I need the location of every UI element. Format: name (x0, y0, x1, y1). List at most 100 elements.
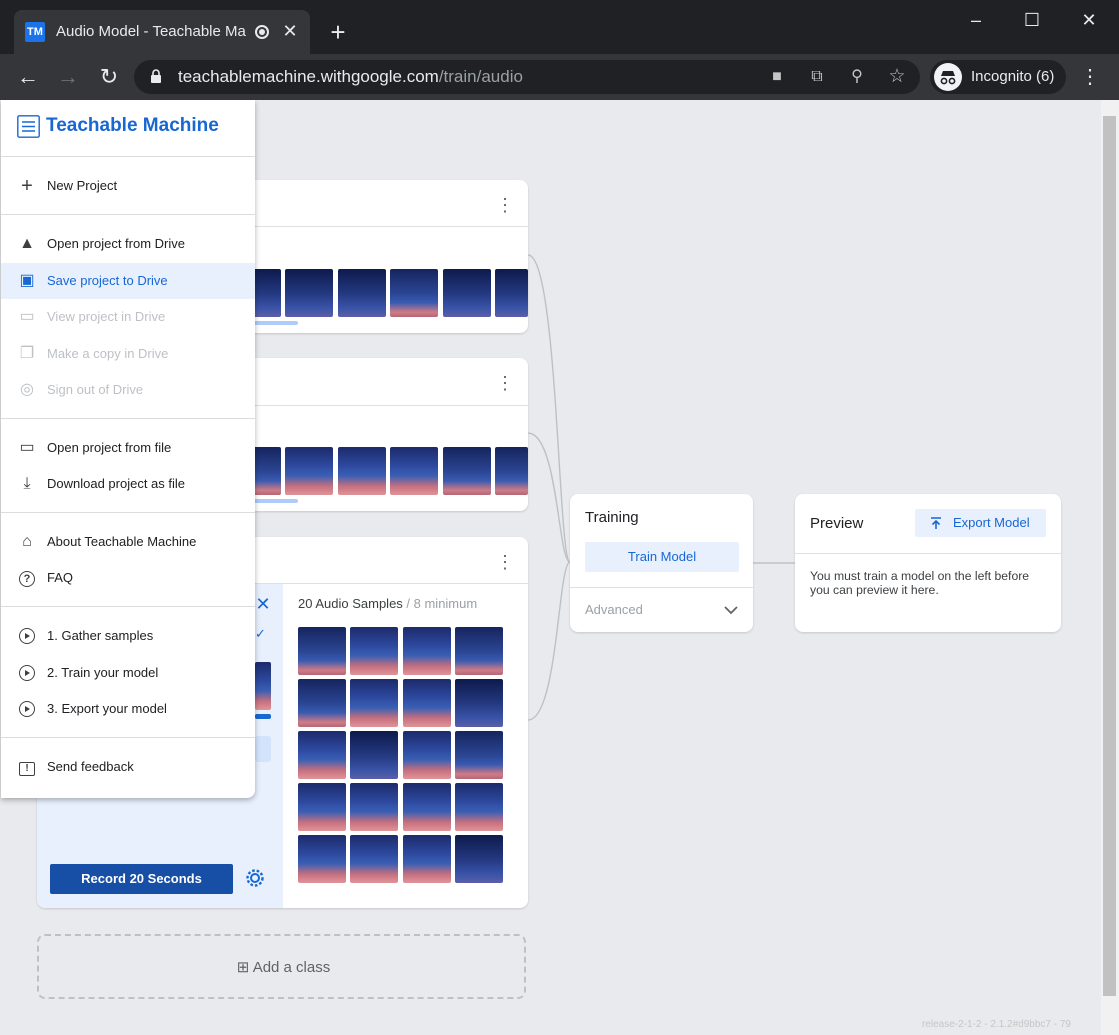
export-model-button[interactable]: Export Model (915, 509, 1046, 537)
preview-card: Preview Export Model You must train a mo… (795, 494, 1061, 632)
audio-sample-thumb[interactable] (495, 447, 528, 495)
menu-item-copy-drive[interactable]: ❐ Make a copy in Drive (1, 336, 255, 372)
audio-sample-thumb[interactable] (298, 627, 346, 675)
menu-item-label: FAQ (47, 570, 74, 585)
page-scrollbar[interactable] (1101, 100, 1119, 1035)
audio-sample-thumb[interactable] (350, 835, 398, 883)
audio-sample-thumb[interactable] (285, 447, 333, 495)
audio-sample-thumb[interactable] (495, 269, 528, 317)
menu-item-label: Open project from file (47, 440, 172, 455)
progress-bar (255, 714, 271, 719)
zoom-icon[interactable]: ⚲ (846, 66, 868, 88)
browser-tab[interactable]: TM Audio Model - Teachable Ma ✕ (14, 10, 310, 54)
advanced-toggle[interactable]: Advanced (570, 588, 753, 632)
settings-gear-icon[interactable] (245, 868, 265, 888)
forward-button[interactable]: → (53, 62, 83, 92)
menu-item-open-drive[interactable]: ▲ Open project from Drive (1, 226, 255, 262)
audio-sample-thumb[interactable] (338, 447, 386, 495)
favicon-icon: TM (25, 22, 45, 42)
play-circle-icon (17, 626, 37, 646)
audio-sample-thumb[interactable] (350, 679, 398, 727)
menu-item-gather-samples[interactable]: 1. Gather samples (1, 618, 255, 654)
tab-close-icon[interactable]: ✕ (280, 20, 300, 42)
audio-sample-thumb[interactable] (298, 835, 346, 883)
menu-divider (1, 418, 255, 419)
menu-item-label: New Project (47, 178, 118, 193)
audio-sample-thumb[interactable] (298, 783, 346, 831)
audio-sample-thumb[interactable] (455, 783, 503, 831)
menu-item-sign-out-drive[interactable]: ◎ Sign out of Drive (1, 372, 255, 408)
address-bar[interactable]: teachablemachine.withgoogle.com/train/au… (134, 60, 920, 94)
version-text: release-2-1-2 - 2.1.2#d9bbc7 - 79 (922, 1019, 1071, 1030)
extract-button[interactable] (255, 736, 271, 762)
help-icon-glyph: ? (19, 571, 35, 587)
audio-sample-thumb[interactable] (455, 835, 503, 883)
add-class-button[interactable]: ⊞ Add a class (37, 934, 526, 999)
audio-sample-thumb[interactable] (403, 627, 451, 675)
url-text: teachablemachine.withgoogle.com/train/au… (178, 67, 523, 87)
audio-sample-thumb[interactable] (285, 269, 333, 317)
class-options-icon[interactable]: ⋮ (496, 196, 514, 214)
menu-item-faq[interactable]: ? FAQ (1, 560, 255, 596)
new-tab-button[interactable]: + (326, 19, 350, 45)
add-class-icon: ⊞ (236, 959, 250, 976)
audio-sample-thumb[interactable] (338, 269, 386, 317)
record-button[interactable]: Record 20 Seconds (50, 864, 233, 894)
audio-sample-thumb[interactable] (455, 679, 503, 727)
menu-item-train-model[interactable]: 2. Train your model (1, 655, 255, 691)
minimize-button[interactable]: – (961, 8, 991, 32)
menu-item-label: Save project to Drive (47, 273, 168, 288)
samples-minimum: / 8 minimum (402, 596, 478, 611)
menu-item-save-drive[interactable]: ▣ Save project to Drive (1, 263, 255, 299)
audio-sample-thumb[interactable] (403, 679, 451, 727)
audio-sample-thumb[interactable] (403, 835, 451, 883)
class-options-icon[interactable]: ⋮ (496, 374, 514, 392)
samples-count-text: 20 Audio Samples (298, 596, 403, 611)
feedback-icon-glyph: ! (19, 762, 35, 776)
maximize-button[interactable]: ☐ (1017, 8, 1047, 32)
menu-divider (1, 606, 255, 607)
menu-item-view-drive[interactable]: ▭ View project in Drive (1, 299, 255, 335)
profile-button[interactable]: Incognito (6) (930, 60, 1066, 94)
audio-sample-thumb[interactable] (443, 269, 491, 317)
reload-button[interactable]: ↻ (94, 62, 124, 92)
close-recorder-icon[interactable]: ✕ (253, 594, 273, 614)
advanced-label: Advanced (585, 602, 643, 617)
back-button[interactable]: ← (13, 62, 43, 92)
audio-sample-thumb[interactable] (455, 731, 503, 779)
feedback-icon: ! (17, 757, 37, 777)
download-icon: ⤓ (23, 475, 31, 492)
menu-item-export-model[interactable]: 3. Export your model (1, 691, 255, 727)
train-model-button[interactable]: Train Model (585, 542, 739, 572)
audio-sample-thumb[interactable] (443, 447, 491, 495)
lock-icon (151, 69, 161, 83)
audio-sample-thumb[interactable] (350, 731, 398, 779)
audio-sample-thumb[interactable] (390, 269, 438, 317)
bookmark-star-icon[interactable]: ☆ (886, 66, 908, 88)
menu-item-label: About Teachable Machine (47, 534, 197, 549)
play-circle-icon (17, 699, 37, 719)
scrollbar-thumb[interactable] (1103, 116, 1116, 996)
close-window-button[interactable]: ✕ (1074, 8, 1104, 32)
camera-icon[interactable]: ■ (766, 66, 788, 88)
menu-item-about[interactable]: ⌂ About Teachable Machine (1, 524, 255, 560)
save-icon: ▣ (19, 272, 35, 289)
audio-sample-thumb[interactable] (403, 783, 451, 831)
menu-item-open-file[interactable]: ▭ Open project from file (1, 430, 255, 466)
menu-item-download-file[interactable]: ⤓ Download project as file (1, 466, 255, 502)
class-options-icon[interactable]: ⋮ (496, 553, 514, 571)
audio-sample-thumb[interactable] (298, 679, 346, 727)
audio-sample-thumb[interactable] (350, 783, 398, 831)
audio-sample-thumb[interactable] (403, 731, 451, 779)
audio-sample-thumb[interactable] (350, 627, 398, 675)
translate-icon[interactable]: ⧉ (806, 66, 828, 88)
browser-menu-icon[interactable]: ⋮ (1078, 62, 1102, 92)
audio-sample-thumb[interactable] (455, 627, 503, 675)
menu-item-new-project[interactable]: + New Project (1, 168, 255, 204)
audio-sample-thumb[interactable] (298, 731, 346, 779)
audio-sample-thumb[interactable] (390, 447, 438, 495)
menu-item-send-feedback[interactable]: ! Send feedback (1, 749, 255, 785)
hamburger-menu-icon[interactable] (17, 115, 40, 138)
chevron-down-icon[interactable]: ✓ (255, 626, 271, 646)
browser-titlebar: TM Audio Model - Teachable Ma ✕ + – ☐ ✕ (0, 0, 1119, 54)
